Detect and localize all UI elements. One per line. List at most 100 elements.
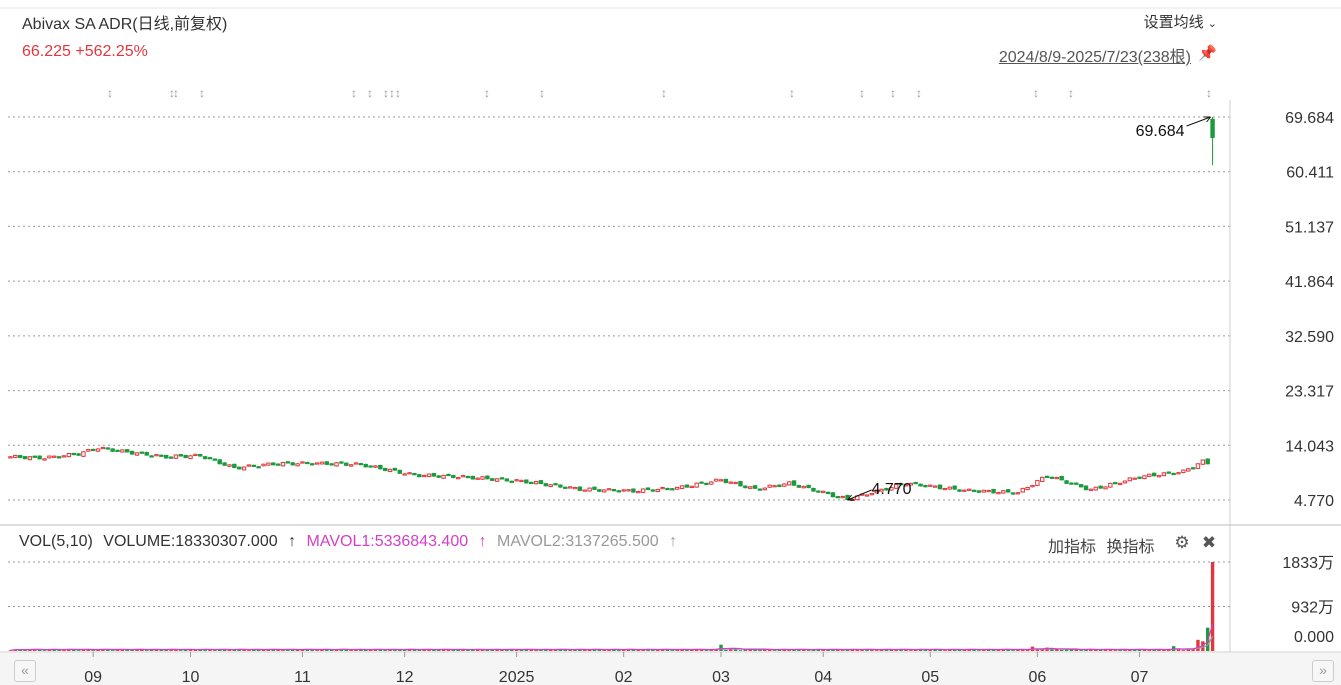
x-tick-label: 06	[1028, 669, 1046, 685]
candle-body	[835, 496, 841, 499]
candle-body	[1181, 469, 1186, 473]
candle-body	[431, 473, 437, 477]
candle-body	[134, 452, 140, 456]
candle-body	[319, 461, 325, 465]
candle-body	[309, 463, 315, 466]
close-icon[interactable]: ✖	[1200, 534, 1218, 552]
candle-body	[942, 487, 948, 491]
candle-body	[397, 469, 402, 474]
candle-body	[1210, 118, 1215, 138]
candle-body	[407, 472, 412, 475]
candle-body	[129, 450, 135, 455]
candle-body	[1147, 473, 1152, 477]
candle-body	[86, 449, 91, 452]
double-chevron-left-icon[interactable]: «	[14, 660, 36, 682]
candle-body	[480, 476, 485, 480]
candle-body	[451, 474, 456, 478]
candle-body	[110, 448, 115, 452]
candle-body	[932, 485, 938, 488]
event-marker-icon: ↕	[484, 86, 490, 100]
event-marker-icon: ↕	[890, 86, 896, 100]
volume-bar	[1064, 649, 1069, 651]
candle-body	[582, 489, 587, 492]
candle-body	[713, 478, 719, 482]
candle-body	[8, 456, 13, 459]
candle-body	[606, 488, 612, 491]
event-marker-icon: ↕	[351, 86, 357, 100]
candle-body	[168, 456, 174, 459]
candle-body	[1205, 458, 1210, 465]
candle-body	[261, 463, 266, 467]
volume-tick-label: 1833万	[1282, 555, 1334, 572]
x-tick-label: 05	[921, 669, 939, 685]
candle-body	[772, 485, 777, 488]
event-marker-icon: ↕	[395, 86, 401, 100]
candle-body	[305, 461, 310, 465]
volume-bar	[1011, 650, 1015, 651]
candle-body	[382, 467, 388, 472]
candle-body	[538, 480, 544, 485]
volume-bar	[943, 650, 947, 651]
candle-body	[460, 475, 466, 478]
candle-body	[246, 464, 252, 467]
candle-body	[115, 449, 120, 453]
volume-bar	[806, 650, 811, 651]
candle-body	[251, 464, 256, 467]
candle-body	[655, 488, 660, 493]
candle-body	[1103, 486, 1108, 490]
candle-body	[202, 456, 208, 460]
candle-body	[368, 465, 373, 468]
volume-bar	[179, 650, 183, 651]
volume-bar	[909, 650, 913, 651]
candle-body	[217, 459, 222, 465]
add-indicator-button[interactable]: 加指标	[1048, 539, 1096, 556]
change-indicator-button[interactable]: 换指标	[1106, 539, 1154, 556]
candle-body	[358, 463, 364, 466]
candle-body	[1015, 492, 1021, 495]
candle-body	[485, 475, 490, 480]
candle-body	[1186, 468, 1191, 472]
price-tick-label: 41.864	[1285, 274, 1334, 291]
price-tick-label: 51.137	[1285, 219, 1334, 236]
candle-body	[207, 457, 213, 460]
candle-body	[95, 448, 101, 452]
volume-bar	[840, 650, 845, 651]
candle-body	[509, 480, 514, 483]
candle-body	[587, 487, 592, 492]
candle-body	[592, 486, 597, 490]
volume-value: VOLUME:18330307.000	[103, 533, 278, 550]
candle-body	[188, 455, 193, 460]
chart-canvas[interactable]: 69.684 60.411 51.137 41.864 32.590 23.317 14.0…	[0, 0, 1341, 685]
candle-body	[1161, 472, 1167, 477]
candle-body	[314, 462, 320, 465]
event-marker-icon: ↕	[173, 86, 179, 100]
arrow-up-icon: ↑	[478, 533, 487, 550]
candle-body	[1059, 476, 1064, 481]
candle-body	[1151, 472, 1157, 477]
candle-body	[417, 474, 422, 478]
high-label: 69.684	[1136, 123, 1185, 140]
candle-body	[631, 488, 636, 493]
candle-body	[514, 479, 519, 482]
volume-bar	[42, 650, 47, 651]
volume-bar	[110, 650, 115, 651]
mavol1-value: MAVOL1:5336843.400	[306, 533, 469, 550]
candle-body	[1020, 487, 1025, 493]
candle-body	[271, 462, 276, 466]
candle-body	[937, 484, 943, 490]
volume-bar	[1059, 649, 1064, 651]
candle-body	[1117, 482, 1123, 486]
candle-body	[825, 491, 831, 495]
volume-bar	[247, 650, 251, 651]
candle-body	[236, 466, 242, 470]
candle-body	[1083, 485, 1089, 491]
price-tick-label: 14.043	[1285, 438, 1334, 455]
price-tick-label: 23.317	[1285, 384, 1334, 401]
double-chevron-right-icon[interactable]: »	[1312, 660, 1334, 682]
candle-body	[806, 484, 811, 489]
candle-body	[1200, 459, 1206, 465]
gear-icon[interactable]: ⚙	[1173, 534, 1191, 552]
candle-body	[163, 454, 169, 459]
candle-body	[1088, 488, 1094, 491]
candle-body	[1137, 476, 1142, 479]
